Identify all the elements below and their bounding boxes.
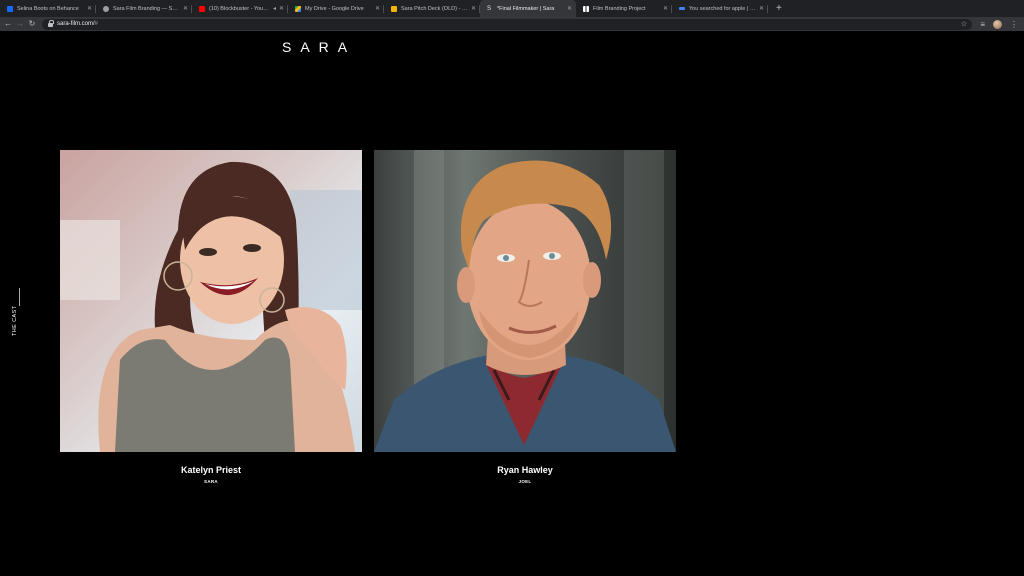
tab-title: You searched for apple | Pag… (689, 5, 756, 12)
section-divider (19, 288, 20, 306)
reload-icon[interactable]: ↻ (26, 17, 38, 31)
close-tab-icon[interactable]: ✕ (471, 5, 476, 12)
cast-name: Katelyn Priest (180, 465, 242, 475)
profile-avatar[interactable] (993, 19, 1002, 29)
cast-photo (60, 150, 362, 452)
new-tab-button[interactable]: + (768, 0, 790, 17)
lock-icon (48, 19, 54, 27)
browser-toolbar: ← → ↻ sara-film.com/# ☆ ≡ ⋮ (0, 17, 1024, 31)
browser-tab-active[interactable]: S *Final Filmmaker | Sara ✕ (480, 0, 576, 17)
url-text: sara-film.com/ (57, 21, 95, 27)
cast-card[interactable]: Ryan Hawley JOEL (374, 150, 676, 484)
forward-arrow-icon[interactable]: → (14, 17, 26, 31)
site-logo[interactable]: SARA (282, 39, 356, 55)
browser-tab[interactable]: You searched for apple | Pag… ✕ (672, 0, 768, 17)
page-content: SARA THE CAST Katelyn Priest SARA Ryan H… (0, 31, 1024, 576)
close-tab-icon[interactable]: ✕ (759, 5, 764, 12)
close-tab-icon[interactable]: ✕ (567, 5, 572, 12)
tab-title: (10) Blockbuster - YouTube (209, 5, 270, 12)
behance-favicon-icon (7, 5, 13, 12)
close-tab-icon[interactable]: ✕ (279, 5, 284, 12)
address-bar[interactable]: sara-film.com/# ☆ (42, 18, 972, 30)
close-tab-icon[interactable]: ✕ (87, 5, 92, 12)
toolbar-actions: ≡ ⋮ (980, 19, 1024, 29)
url-hash-text: # (94, 21, 99, 27)
cast-name: Ryan Hawley (497, 465, 553, 475)
youtube-favicon-icon (199, 5, 205, 12)
close-tab-icon[interactable]: ✕ (663, 5, 668, 12)
bookmark-star-icon[interactable]: ☆ (961, 20, 967, 28)
browser-tab[interactable]: Sara Pitch Deck (OLD) - Goog… ✕ (384, 0, 480, 17)
cast-role: JOEL (518, 479, 532, 484)
section-label: THE CAST (12, 305, 18, 336)
back-arrow-icon[interactable]: ← (2, 17, 14, 31)
tab-title: Sara Pitch Deck (OLD) - Goog… (401, 5, 468, 12)
windows-favicon-icon (583, 5, 589, 12)
cast-photo (374, 150, 676, 452)
cast-card[interactable]: Katelyn Priest SARA (60, 150, 362, 484)
pages-favicon-icon (679, 7, 685, 10)
tab-title: Sara Film Branding — Selina I… (113, 5, 180, 12)
browser-tab[interactable]: Selina Boots on Behance ✕ (0, 0, 96, 17)
menu-dots-icon[interactable]: ⋮ (1010, 20, 1018, 29)
browser-tab[interactable]: My Drive - Google Drive ✕ (288, 0, 384, 17)
browser-tab[interactable]: (10) Blockbuster - YouTube ◂ ✕ (192, 0, 288, 17)
cast-role: SARA (204, 479, 218, 484)
tab-title: *Final Filmmaker | Sara (497, 5, 555, 12)
browser-tab[interactable]: Film Branding Project ✕ (576, 0, 672, 17)
globe-favicon-icon (103, 5, 109, 12)
audio-icon[interactable]: ◂ (273, 5, 276, 12)
browser-tab[interactable]: Sara Film Branding — Selina I… ✕ (96, 0, 192, 17)
tab-strip: Selina Boots on Behance ✕ Sara Film Bran… (0, 0, 1024, 17)
tab-title: Film Branding Project (593, 5, 646, 12)
tab-title: Selina Boots on Behance (17, 5, 79, 12)
close-tab-icon[interactable]: ✕ (183, 5, 188, 12)
google-drive-favicon-icon (295, 5, 301, 12)
site-favicon-icon: S (487, 5, 492, 12)
tab-title: My Drive - Google Drive (305, 5, 364, 12)
google-slides-favicon-icon (391, 5, 397, 12)
close-tab-icon[interactable]: ✕ (375, 5, 380, 12)
media-control-icon[interactable]: ≡ (980, 20, 985, 29)
